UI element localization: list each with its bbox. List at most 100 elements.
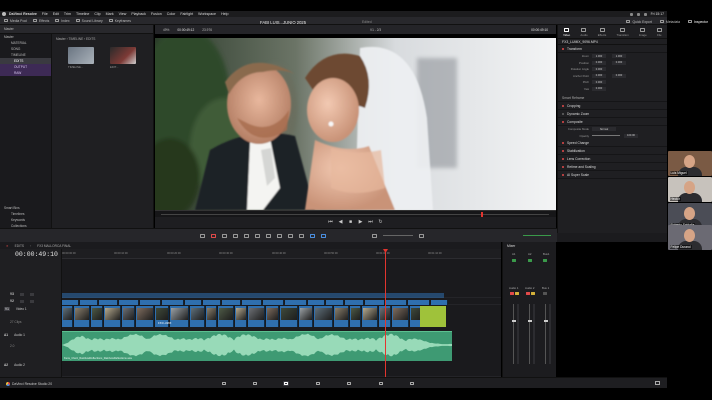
timeline-clip[interactable]	[392, 306, 409, 327]
inspector-button[interactable]: Inspector	[688, 20, 708, 24]
timeline-clip[interactable]	[408, 300, 430, 305]
fairlight-page-button[interactable]	[378, 381, 384, 386]
track-header-a1[interactable]: A1 Audio 1	[0, 331, 62, 339]
timeline-clip[interactable]	[136, 306, 154, 327]
timeline-clip[interactable]	[350, 306, 361, 327]
index-button[interactable]: Index	[55, 19, 70, 23]
tab-file[interactable]: File	[656, 28, 662, 37]
menu-clip[interactable]: Clip	[94, 12, 100, 16]
track-header-v3[interactable]: V3	[0, 291, 62, 297]
timeline-clip[interactable]	[185, 300, 202, 305]
opacity-field[interactable]: 100.00	[624, 133, 638, 138]
lock-icon[interactable]	[19, 299, 24, 303]
input-indicator-icon[interactable]	[512, 259, 516, 262]
timeline-clip[interactable]	[266, 306, 279, 327]
mute-button[interactable]	[543, 292, 547, 295]
composite-mode-select[interactable]: Normal	[592, 127, 616, 132]
menu-trim[interactable]: Trim	[64, 12, 71, 16]
skip-forward-icon[interactable]: ⏭	[368, 220, 373, 225]
input-indicator-icon[interactable]	[528, 259, 532, 262]
timeline-timecode[interactable]: 00:00:49:10	[15, 251, 58, 258]
enable-toggle-icon[interactable]	[562, 157, 564, 160]
menu-app[interactable]: DaVinci Resolve	[9, 12, 37, 16]
selection-tool-icon[interactable]	[200, 233, 205, 238]
record-arm-button[interactable]	[526, 292, 530, 295]
media-bin-label[interactable]: Master	[4, 27, 14, 31]
position-x-field[interactable]: 0.000	[592, 60, 606, 65]
tab-effects[interactable]: Effects	[598, 28, 606, 37]
audio-clip-a1[interactable]: Kuns_Cheiz_RainbowReflections_RainbowRef…	[62, 331, 452, 361]
timeline-clip[interactable]	[326, 300, 344, 305]
enable-toggle-icon[interactable]	[562, 149, 564, 152]
timeline-clip[interactable]	[280, 306, 298, 327]
fader-a2[interactable]	[527, 320, 532, 322]
edit-page-button[interactable]	[283, 380, 289, 386]
record-arm-button[interactable]	[510, 292, 514, 295]
timeline-clip[interactable]	[285, 300, 307, 305]
zoom-x-field[interactable]: 1.000	[592, 54, 606, 59]
timeline-clip[interactable]	[206, 306, 217, 327]
clip-thumbnail[interactable]	[110, 47, 136, 64]
tab-video[interactable]: Video	[563, 28, 570, 37]
tab-timeline-edits[interactable]: EDITS	[15, 244, 24, 248]
snapping-icon[interactable]	[277, 233, 282, 238]
section-lens-correction[interactable]: Lens Correction	[558, 155, 667, 163]
cut-page-button[interactable]	[252, 381, 258, 386]
replace-clip-icon[interactable]	[266, 233, 271, 238]
tab-image[interactable]: Image	[639, 28, 647, 37]
enable-toggle-icon[interactable]	[562, 165, 564, 168]
menu-edit[interactable]: Edit	[53, 12, 59, 16]
menu-file[interactable]: File	[42, 12, 48, 16]
fader-bus1[interactable]	[543, 320, 548, 322]
section-transform[interactable]: Transform	[558, 45, 667, 53]
rotation-field[interactable]: 0.000	[592, 67, 606, 72]
participant-tile[interactable]: Hector	[668, 177, 712, 202]
position-y-field[interactable]: 0.000	[612, 60, 626, 65]
timeline-clip[interactable]	[362, 306, 378, 327]
timeline-clip[interactable]	[248, 306, 265, 327]
yaw-field[interactable]: 0.000	[592, 86, 606, 91]
timeline-clip[interactable]	[314, 306, 333, 327]
timeline-clip[interactable]	[203, 300, 221, 305]
section-retime-scaling[interactable]: Retime and Scaling	[558, 163, 667, 171]
zoom-slider[interactable]	[383, 235, 413, 236]
viewer-version[interactable]: V1 - 2/3	[370, 28, 381, 32]
play-icon[interactable]: ▶	[358, 220, 363, 225]
input-indicator-icon[interactable]	[543, 259, 547, 262]
participant-tile[interactable]: Felipe Durand	[668, 225, 712, 250]
tab-audio[interactable]: Audio	[580, 28, 588, 37]
timeline-ruler[interactable]: 00:00:00:00 00:00:10:00 00:00:20:00 00:0…	[62, 249, 501, 259]
timeline-clip[interactable]	[122, 306, 135, 327]
timeline-clip[interactable]	[91, 306, 103, 327]
solo-button[interactable]	[515, 292, 519, 295]
playhead[interactable]	[385, 249, 386, 377]
zoom-y-field[interactable]: 1.000	[612, 54, 626, 59]
anchor-y-field[interactable]: 0.000	[612, 73, 626, 78]
track-header-v1[interactable]: V1 Video 1	[0, 305, 62, 313]
timeline-clip[interactable]	[334, 306, 349, 327]
enable-toggle-icon[interactable]	[562, 104, 564, 107]
battery-icon[interactable]	[636, 12, 640, 16]
menu-mark[interactable]: Mark	[106, 12, 114, 16]
insert-clip-icon[interactable]	[244, 233, 249, 238]
overwrite-clip-icon[interactable]	[255, 233, 260, 238]
section-ai-super-scale[interactable]: AI Super Scale	[558, 171, 667, 179]
menu-view[interactable]: View	[119, 12, 127, 16]
lock-icon[interactable]	[19, 292, 24, 296]
media-page-button[interactable]	[221, 381, 227, 386]
track-header-v2[interactable]: V2	[0, 298, 62, 304]
deliver-page-button[interactable]	[409, 381, 415, 386]
opacity-slider[interactable]	[592, 135, 620, 137]
loop-icon[interactable]: ↻	[378, 220, 383, 225]
timeline-clip[interactable]	[431, 300, 448, 305]
menu-clock[interactable]: Fri 15:17	[651, 12, 664, 16]
timeline-clip[interactable]	[218, 306, 234, 327]
media-pool-button[interactable]: Media Pool	[4, 19, 27, 23]
timeline-clip[interactable]	[235, 306, 247, 327]
track-header-a2[interactable]: A2 Audio 2	[0, 361, 62, 369]
clip-thumbnail[interactable]	[68, 47, 94, 64]
marker-icon[interactable]	[321, 233, 326, 238]
timeline-clip[interactable]	[74, 306, 90, 327]
enable-toggle-icon[interactable]	[562, 173, 564, 176]
home-button[interactable]	[655, 380, 661, 386]
